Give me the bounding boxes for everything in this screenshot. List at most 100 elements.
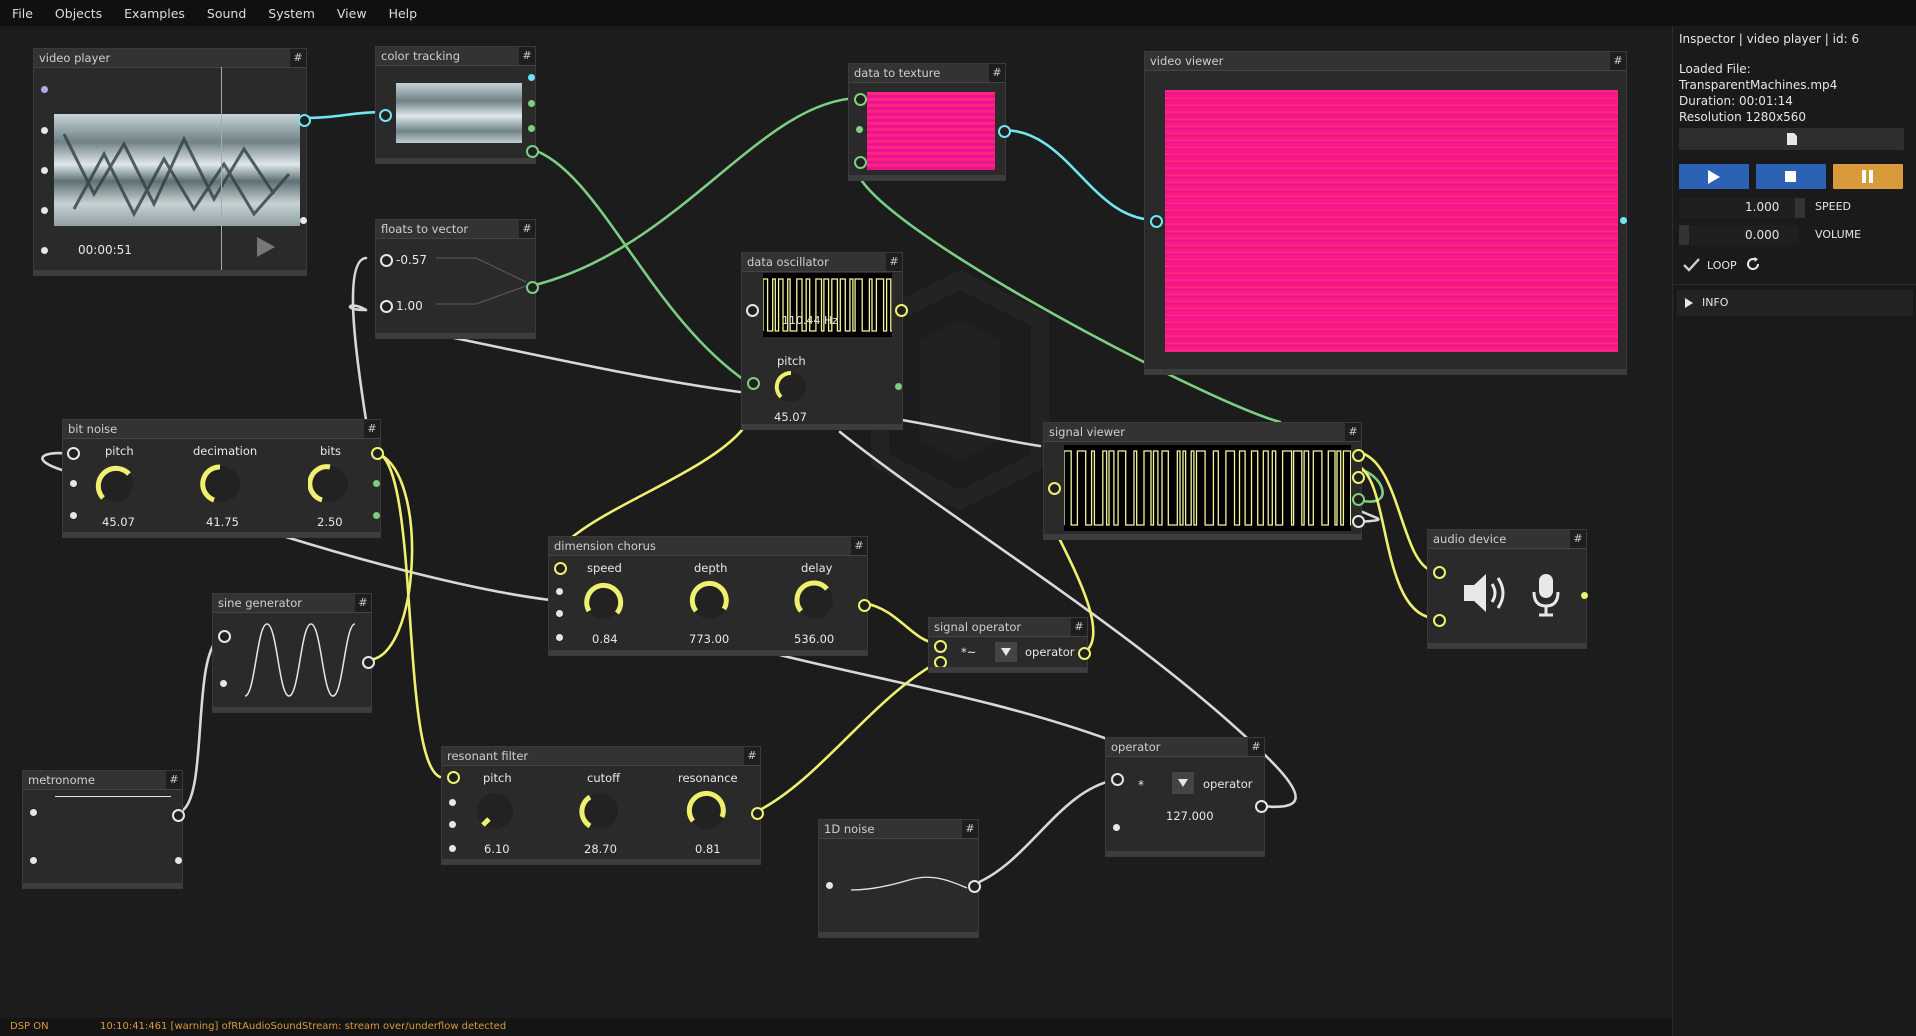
outlet-pin-audio[interactable] bbox=[1078, 647, 1091, 660]
node-resonant-filter[interactable]: resonant filter # pitch 6.10 cutoff 28.70… bbox=[441, 746, 764, 865]
inlet-pin[interactable] bbox=[41, 207, 48, 214]
playhead-line[interactable] bbox=[221, 67, 222, 270]
node-title-bar[interactable]: sine generator # bbox=[213, 594, 371, 613]
node-menu-button[interactable]: # bbox=[355, 594, 371, 612]
node-menu-button[interactable]: # bbox=[166, 771, 182, 789]
inlet-pin[interactable] bbox=[746, 304, 759, 317]
node-menu-button[interactable]: # bbox=[519, 47, 535, 65]
inlet-pin[interactable] bbox=[41, 247, 48, 254]
inlet-pin-texture[interactable] bbox=[379, 109, 392, 122]
inlet-pin[interactable] bbox=[449, 799, 456, 806]
outlet-pin[interactable] bbox=[172, 809, 185, 822]
info-section-toggle[interactable]: INFO bbox=[1677, 290, 1913, 316]
float-value-2[interactable]: 1.00 bbox=[396, 299, 423, 313]
node-menu-button[interactable]: # bbox=[290, 49, 306, 67]
node-1d-noise[interactable]: 1D noise # bbox=[818, 819, 981, 938]
inlet-pin[interactable] bbox=[747, 377, 760, 390]
pause-button[interactable] bbox=[1833, 164, 1903, 189]
outlet-pin[interactable] bbox=[526, 145, 539, 158]
node-menu-button[interactable]: # bbox=[1071, 618, 1087, 636]
inlet-pin[interactable] bbox=[380, 254, 393, 267]
outlet-pin[interactable] bbox=[526, 281, 539, 294]
node-menu-button[interactable]: # bbox=[744, 747, 760, 765]
inlet-pin[interactable] bbox=[449, 821, 456, 828]
outlet-pin-audio[interactable] bbox=[751, 807, 764, 820]
outlet-pin-audio[interactable] bbox=[1581, 592, 1588, 599]
outlet-pin[interactable] bbox=[968, 880, 981, 893]
node-title-bar[interactable]: data to texture # bbox=[849, 64, 1005, 83]
operator-value[interactable]: 127.000 bbox=[1166, 809, 1214, 823]
node-menu-button[interactable]: # bbox=[886, 253, 902, 271]
operator-dropdown[interactable] bbox=[995, 642, 1017, 662]
node-audio-device[interactable]: audio device # bbox=[1427, 529, 1588, 649]
inlet-pin[interactable] bbox=[380, 300, 393, 313]
bits-knob[interactable] bbox=[308, 462, 352, 506]
cutoff-knob[interactable] bbox=[578, 789, 622, 833]
outlet-pin[interactable] bbox=[373, 512, 380, 519]
node-menu-button[interactable]: # bbox=[1248, 738, 1264, 756]
outlet-pin-texture[interactable] bbox=[298, 114, 311, 127]
node-data-oscillator[interactable]: data oscillator # 110.44 Hz pitch 45.07 bbox=[741, 252, 908, 430]
node-video-player[interactable]: video player # 00:00:51 bbox=[33, 48, 311, 276]
outlet-pin-audio[interactable] bbox=[1352, 449, 1365, 462]
inlet-pin[interactable] bbox=[41, 86, 48, 93]
node-signal-operator[interactable]: signal operator # *~ operator bbox=[928, 617, 1091, 673]
inlet-pin[interactable] bbox=[67, 447, 80, 460]
inlet-pin[interactable] bbox=[449, 845, 456, 852]
outlet-pin[interactable] bbox=[362, 656, 375, 669]
node-title-bar[interactable]: signal viewer # bbox=[1044, 423, 1361, 442]
outlet-pin-audio[interactable] bbox=[1352, 471, 1365, 484]
pitch-knob[interactable] bbox=[473, 789, 517, 833]
check-icon[interactable] bbox=[1683, 258, 1701, 272]
decimation-knob[interactable] bbox=[200, 462, 244, 506]
inlet-pin[interactable] bbox=[856, 126, 863, 133]
inlet-pin[interactable] bbox=[1111, 773, 1124, 786]
inlet-pin[interactable] bbox=[556, 610, 563, 617]
stop-button[interactable] bbox=[1756, 164, 1826, 189]
node-menu-button[interactable]: # bbox=[1345, 423, 1361, 441]
node-title-bar[interactable]: signal operator # bbox=[929, 618, 1087, 637]
node-title-bar[interactable]: video viewer # bbox=[1145, 52, 1626, 71]
outlet-pin[interactable] bbox=[1255, 800, 1268, 813]
node-menu-button[interactable]: # bbox=[989, 64, 1005, 82]
outlet-pin[interactable] bbox=[895, 383, 902, 390]
pitch-knob[interactable] bbox=[93, 462, 137, 506]
inlet-pin[interactable] bbox=[854, 93, 867, 106]
node-title-bar[interactable]: data oscillator # bbox=[742, 253, 902, 272]
outlet-pin[interactable] bbox=[528, 100, 535, 107]
inlet-pin[interactable] bbox=[1113, 824, 1120, 831]
outlet-pin-audio[interactable] bbox=[895, 304, 908, 317]
play-button[interactable] bbox=[1679, 164, 1749, 189]
inlet-pin[interactable] bbox=[854, 156, 867, 169]
node-title-bar[interactable]: color tracking # bbox=[376, 47, 535, 66]
outlet-pin[interactable] bbox=[528, 125, 535, 132]
speed-slider[interactable] bbox=[1679, 198, 1799, 218]
outlet-pin[interactable] bbox=[373, 480, 380, 487]
node-menu-button[interactable]: # bbox=[851, 537, 867, 555]
inlet-pin-audio[interactable] bbox=[1433, 566, 1446, 579]
play-icon[interactable] bbox=[257, 237, 275, 257]
node-menu-button[interactable]: # bbox=[364, 420, 380, 438]
node-title-bar[interactable]: audio device # bbox=[1428, 530, 1586, 549]
open-file-button[interactable] bbox=[1679, 128, 1904, 150]
inlet-pin-audio[interactable] bbox=[934, 640, 947, 653]
inlet-pin[interactable] bbox=[70, 512, 77, 519]
inlet-pin-audio[interactable] bbox=[1048, 482, 1061, 495]
node-title-bar[interactable]: video player # bbox=[34, 49, 306, 68]
inlet-pin[interactable] bbox=[70, 480, 77, 487]
node-menu-button[interactable]: # bbox=[1570, 530, 1586, 548]
inlet-pin-texture[interactable] bbox=[1150, 215, 1163, 228]
outlet-pin[interactable] bbox=[175, 857, 182, 864]
outlet-pin[interactable] bbox=[1620, 217, 1627, 224]
inlet-pin[interactable] bbox=[218, 630, 231, 643]
node-title-bar[interactable]: bit noise # bbox=[63, 420, 380, 439]
inlet-pin[interactable] bbox=[30, 809, 37, 816]
depth-knob[interactable] bbox=[688, 579, 732, 623]
resonance-knob[interactable] bbox=[685, 789, 729, 833]
node-signal-viewer[interactable]: signal viewer # bbox=[1043, 422, 1365, 540]
float-value-1[interactable]: -0.57 bbox=[396, 253, 427, 267]
node-metronome[interactable]: metronome # bbox=[22, 770, 185, 889]
node-menu-button[interactable]: # bbox=[1610, 52, 1626, 70]
node-title-bar[interactable]: floats to vector # bbox=[376, 220, 535, 239]
inlet-pin[interactable] bbox=[826, 882, 833, 889]
